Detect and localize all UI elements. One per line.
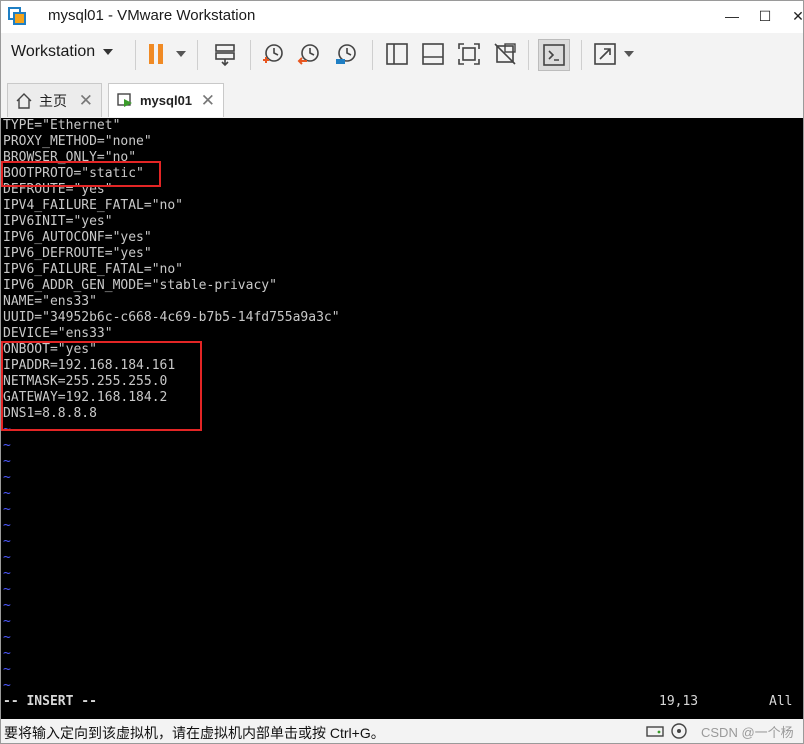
tab-label: 主页 [39, 92, 67, 109]
tab-label: mysql01 [140, 93, 193, 108]
status-message: 要将输入定向到该虚拟机，请在虚拟机内部单击或按 Ctrl+G。 [4, 725, 385, 741]
window-title: mysql01 - VMware Workstation [48, 7, 256, 24]
empty-line-tilde: ~ [3, 502, 11, 517]
hard-disk-icon[interactable] [645, 721, 665, 741]
console-icon[interactable] [541, 42, 567, 68]
tab-home[interactable]: 主页 ✕ [7, 83, 102, 117]
close-icon[interactable]: ✕ [201, 91, 215, 111]
network-config-highlight-box [1, 341, 202, 431]
empty-line-tilde: ~ [3, 486, 11, 501]
config-line: PROXY_METHOD="none" [3, 134, 152, 149]
unity-icon[interactable] [492, 41, 518, 67]
send-ctrl-alt-del-icon[interactable] [212, 41, 238, 67]
fullscreen-icon[interactable] [456, 41, 482, 67]
empty-line-tilde: ~ [3, 518, 11, 533]
cd-dvd-icon[interactable] [669, 721, 689, 741]
toolbar-divider [197, 40, 198, 70]
power-dropdown-icon[interactable] [176, 51, 186, 57]
csdn-watermark: CSDN @一个杨 [701, 725, 794, 740]
empty-line-tilde: ~ [3, 582, 11, 597]
config-line: IPV6_ADDR_GEN_MODE="stable-privacy" [3, 278, 277, 293]
vmware-window: mysql01 - VMware Workstation — ☐ ✕ Works… [0, 0, 804, 744]
empty-line-tilde: ~ [3, 646, 11, 661]
config-line: NAME="ens33" [3, 294, 97, 309]
thumbnail-icon[interactable] [420, 41, 446, 67]
home-icon [16, 92, 32, 109]
revert-snapshot-icon[interactable] [296, 41, 322, 67]
toolbar: Workstation [1, 33, 803, 75]
bootproto-highlight-box [1, 161, 161, 187]
pause-icon[interactable] [143, 41, 169, 67]
toolbar-divider [135, 40, 136, 70]
vmware-logo-icon [8, 7, 26, 25]
vm-console[interactable]: TYPE="Ethernet" PROXY_METHOD="none" BROW… [1, 118, 803, 719]
device-status-icons [645, 721, 689, 741]
vm-icon [117, 92, 132, 107]
toolbar-divider [581, 40, 582, 70]
empty-line-tilde: ~ [3, 630, 11, 645]
empty-line-tilde: ~ [3, 678, 11, 693]
empty-line-tilde: ~ [3, 566, 11, 581]
empty-line-tilde: ~ [3, 550, 11, 565]
config-line: IPV6INIT="yes" [3, 214, 113, 229]
cursor-position: 19,13 [659, 694, 699, 709]
vim-mode-indicator: -- INSERT -- [3, 694, 97, 709]
snapshot-manager-icon[interactable] [333, 41, 359, 67]
stretch-dropdown-icon[interactable] [624, 51, 634, 57]
scroll-position: All [769, 694, 793, 709]
workstation-menu-label: Workstation [11, 43, 96, 60]
library-icon[interactable] [384, 41, 410, 67]
empty-line-tilde: ~ [3, 614, 11, 629]
empty-line-tilde: ~ [3, 598, 11, 613]
config-line: IPV6_AUTOCONF="yes" [3, 230, 152, 245]
chevron-down-icon [103, 49, 114, 55]
empty-line-tilde: ~ [3, 470, 11, 485]
empty-line-tilde: ~ [3, 534, 11, 549]
close-button[interactable]: ✕ [775, 1, 803, 31]
snapshot-icon[interactable] [260, 41, 286, 67]
config-line: DEVICE="ens33" [3, 326, 113, 341]
config-line: IPV6_DEFROUTE="yes" [3, 246, 152, 261]
config-line: UUID="34952b6c-c668-4c69-b7b5-14fd755a9a… [3, 310, 340, 325]
config-line: IPV6_FAILURE_FATAL="no" [3, 262, 184, 277]
empty-line-tilde: ~ [3, 438, 11, 453]
toolbar-divider [528, 40, 529, 70]
empty-line-tilde: ~ [3, 454, 11, 469]
close-icon[interactable]: ✕ [79, 91, 93, 111]
workstation-menu[interactable]: Workstation [11, 43, 114, 61]
status-bar: 要将输入定向到该虚拟机，请在虚拟机内部单击或按 Ctrl+G。 CSDN @一个… [1, 719, 803, 743]
config-line: TYPE="Ethernet" [3, 118, 121, 133]
toolbar-divider [372, 40, 373, 70]
title-bar: mysql01 - VMware Workstation — ☐ ✕ [1, 1, 803, 33]
config-line: IPV4_FAILURE_FATAL="no" [3, 198, 184, 213]
stretch-icon[interactable] [592, 41, 618, 67]
tab-mysql01[interactable]: mysql01 ✕ [108, 83, 224, 117]
tab-strip: 主页 ✕ mysql01 ✕ [1, 75, 803, 117]
empty-line-tilde: ~ [3, 662, 11, 677]
toolbar-divider [250, 40, 251, 70]
